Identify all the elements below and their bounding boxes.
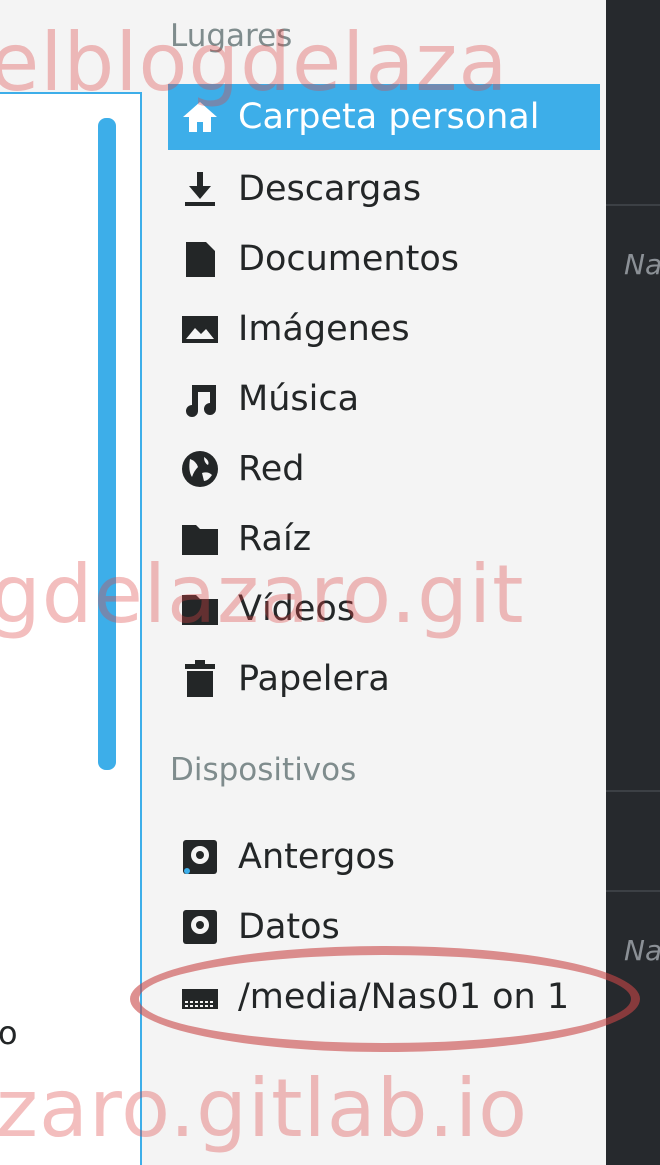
dark-pane-text: Na [624, 934, 660, 967]
places-section-title: Lugares [170, 18, 293, 54]
place-item-label: Descargas [238, 169, 422, 209]
place-item-label: Carpeta personal [238, 97, 540, 137]
dark-content-pane: Na Na [606, 0, 660, 1165]
place-item-label: Papelera [238, 659, 390, 699]
place-item-label: Red [238, 449, 305, 489]
places-sidebar: Lugares Carpeta personal Descargas Docum… [144, 0, 606, 1165]
device-item-datos[interactable]: Datos [168, 894, 600, 960]
place-item-label: Imágenes [238, 309, 410, 349]
folder-icon [178, 517, 222, 561]
device-item-label: Datos [238, 907, 340, 947]
place-item-label: Vídeos [238, 589, 356, 629]
download-icon [178, 167, 222, 211]
dark-pane-text: Na [624, 248, 660, 281]
device-item-label: /media/Nas01 on 1 [238, 977, 570, 1017]
place-item-descargas[interactable]: Descargas [168, 156, 600, 222]
device-item-nas01[interactable]: /media/Nas01 on 1 [168, 964, 600, 1030]
device-item-antergos[interactable]: Antergos [168, 824, 600, 890]
document-icon [178, 237, 222, 281]
place-item-musica[interactable]: Música [168, 366, 600, 432]
place-item-red[interactable]: Red [168, 436, 600, 502]
place-item-papelera[interactable]: Papelera [168, 646, 600, 712]
home-icon [178, 95, 222, 139]
place-item-documentos[interactable]: Documentos [168, 226, 600, 292]
device-item-label: Antergos [238, 837, 396, 877]
drive-icon [178, 835, 222, 879]
trash-icon [178, 657, 222, 701]
divider [606, 790, 660, 792]
place-item-carpeta-personal[interactable]: Carpeta personal [168, 84, 600, 150]
place-item-label: Documentos [238, 239, 459, 279]
video-icon [178, 587, 222, 631]
image-icon [178, 307, 222, 351]
vertical-scrollbar[interactable] [98, 118, 116, 770]
music-icon [178, 377, 222, 421]
place-item-label: Música [238, 379, 360, 419]
place-item-raiz[interactable]: Raíz [168, 506, 600, 572]
globe-icon [178, 447, 222, 491]
left-file-pane: o [0, 0, 144, 1165]
file-list-text: o [0, 1014, 18, 1052]
drive-icon [178, 905, 222, 949]
place-item-videos[interactable]: Vídeos [168, 576, 600, 642]
divider [606, 204, 660, 206]
divider [606, 890, 660, 892]
file-list-panel[interactable] [0, 92, 142, 1165]
place-item-imagenes[interactable]: Imágenes [168, 296, 600, 362]
devices-section-title: Dispositivos [170, 752, 357, 788]
place-item-label: Raíz [238, 519, 312, 559]
network-drive-icon [178, 975, 222, 1019]
